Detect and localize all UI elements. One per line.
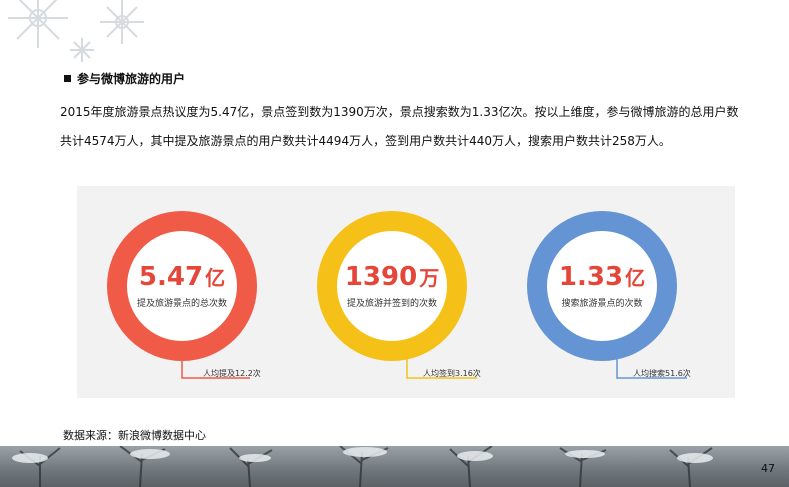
stat-label: 提及旅游景点的总次数 <box>136 299 227 309</box>
donut-ring: 1390 万 提及旅游并签到的次数 <box>317 211 467 361</box>
stat-card-mentions: 5.47 亿 提及旅游景点的总次数 人均提及12.2次 <box>85 186 285 398</box>
data-source: 数据来源：新浪微博数据中心 <box>63 429 206 442</box>
snowy-trees-banner: 47 <box>0 446 789 487</box>
summary-paragraph: 2015年度旅游景点热议度为5.47亿，景点签到数为1390万次，景点搜索数为1… <box>60 98 760 156</box>
stat-label: 提及旅游并签到的次数 <box>346 299 437 309</box>
stat-card-checkins: 1390 万 提及旅游并签到的次数 人均签到3.16次 <box>295 186 495 398</box>
stat-label: 搜索旅游景点的次数 <box>561 299 643 309</box>
paragraph-line: 共计4574万人，其中提及旅游景点的用户数共计4494万人，签到用户数共计440… <box>60 134 671 148</box>
stat-card-searches: 1.33 亿 搜索旅游景点的次数 人均搜索51.6次 <box>505 186 705 398</box>
donut-ring: 1.33 亿 搜索旅游景点的次数 <box>527 211 677 361</box>
stat-value: 1390 万 <box>344 262 440 292</box>
heading-text: 参与微博旅游的用户 <box>77 72 186 86</box>
stats-panel: 5.47 亿 提及旅游景点的总次数 人均提及12.2次 1390 万 提及旅游并签到… <box>77 186 735 398</box>
paragraph-line: 2015年度旅游景点热议度为5.47亿，景点签到数为1390万次，景点搜索数为1… <box>60 105 739 119</box>
stat-value: 1.33 亿 <box>558 262 646 292</box>
trees-illustration <box>12 446 713 487</box>
snowflake-decoration <box>8 0 144 62</box>
section-heading: 参与微博旅游的用户 <box>64 70 185 87</box>
square-bullet-icon <box>64 75 71 82</box>
stat-note: 人均搜索51.6次 <box>633 369 691 378</box>
page-number: 47 <box>761 462 775 475</box>
stat-note: 人均提及12.2次 <box>203 369 261 378</box>
stat-note: 人均签到3.16次 <box>423 369 481 378</box>
stat-value: 5.47 亿 <box>138 262 226 292</box>
donut-ring: 5.47 亿 提及旅游景点的总次数 <box>107 211 257 361</box>
